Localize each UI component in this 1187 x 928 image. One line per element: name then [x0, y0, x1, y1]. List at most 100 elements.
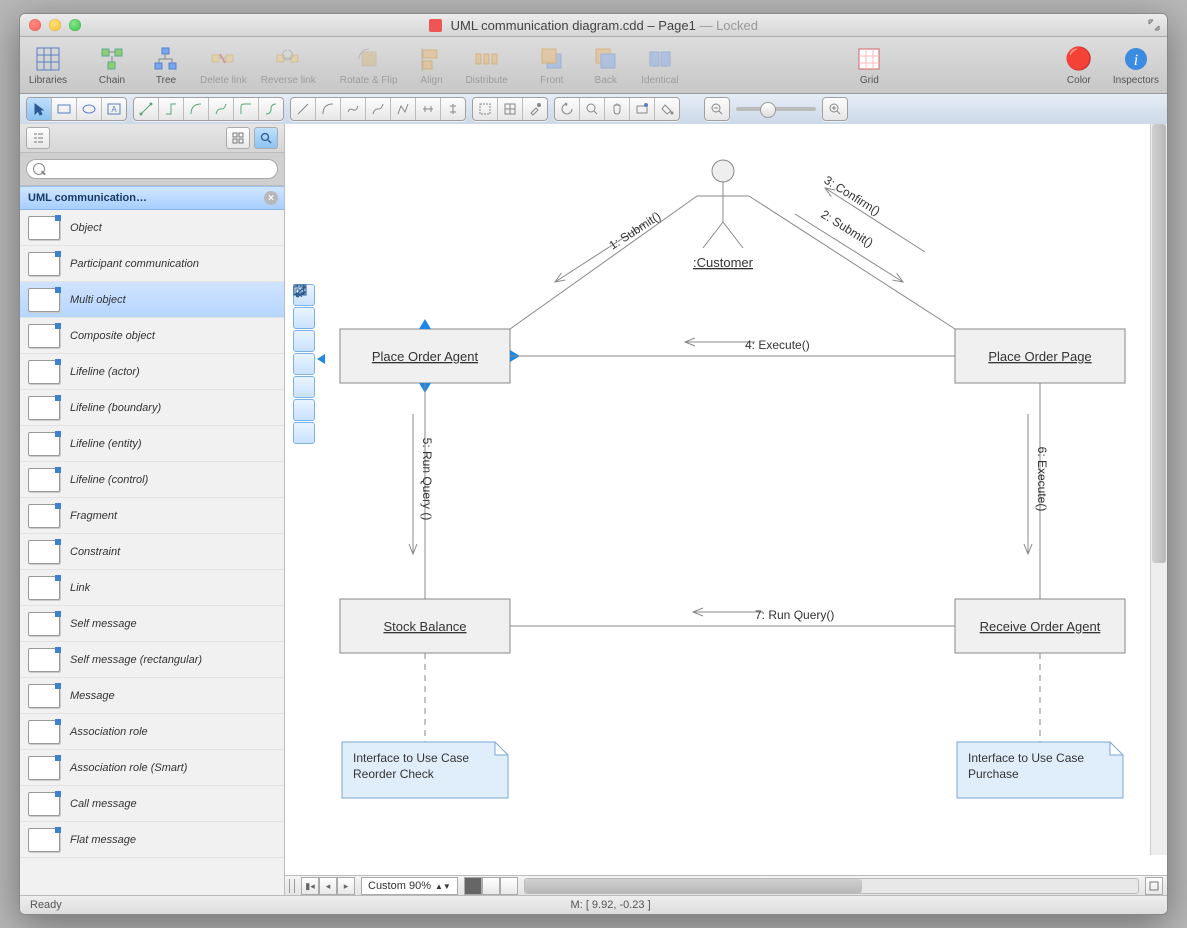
note-purchase[interactable]: Interface to Use Case Purchase	[957, 742, 1123, 798]
line-tool[interactable]	[291, 98, 316, 120]
library-search-row	[20, 153, 284, 186]
identical-button[interactable]: Identical	[640, 45, 680, 86]
diagram-canvas[interactable]: :Customer Place Order Agent Place Order …	[285, 124, 1167, 875]
zoom-select[interactable]: Custom 90% ▲▼	[361, 877, 458, 895]
note-reorder-check[interactable]: Interface to Use Case Reorder Check	[342, 742, 508, 798]
curve-tool[interactable]	[366, 98, 391, 120]
library-header[interactable]: UML communication… ×	[20, 186, 284, 210]
handle-top[interactable]	[419, 319, 431, 329]
page-setup-button[interactable]	[1145, 877, 1163, 895]
round-connector[interactable]	[234, 98, 259, 120]
select-tools-group: A	[26, 97, 127, 121]
library-item[interactable]: Lifeline (entity)	[20, 426, 284, 462]
bezier-connector[interactable]	[209, 98, 234, 120]
rotate-flip-button[interactable]: Rotate & Flip	[340, 45, 398, 86]
vline-tool[interactable]	[441, 98, 465, 120]
direct-connector[interactable]	[134, 98, 159, 120]
page-tab-1[interactable]	[464, 877, 482, 895]
library-item[interactable]: Multi object	[20, 282, 284, 318]
library-item[interactable]: Flat message	[20, 822, 284, 858]
library-item[interactable]: Link	[20, 570, 284, 606]
shape-thumb-icon	[28, 288, 60, 312]
library-item[interactable]: Object	[20, 210, 284, 246]
expand-icon[interactable]	[1147, 18, 1161, 32]
front-button[interactable]: Front	[532, 45, 572, 86]
align-button[interactable]: Align	[412, 45, 452, 86]
zoom-slider[interactable]	[736, 107, 816, 111]
delete-link-button[interactable]: Delete link	[200, 45, 247, 86]
zoom-in-button[interactable]	[823, 98, 847, 120]
zoom-window-button[interactable]	[69, 19, 81, 31]
library-item-label: Lifeline (control)	[70, 474, 148, 486]
object-stock-balance[interactable]: Stock Balance	[340, 599, 510, 653]
library-item[interactable]: Association role	[20, 714, 284, 750]
page-tab-add[interactable]	[482, 877, 500, 895]
spline-tool[interactable]	[341, 98, 366, 120]
library-item[interactable]: Call message	[20, 786, 284, 822]
library-item[interactable]: Lifeline (boundary)	[20, 390, 284, 426]
split-handle[interactable]	[289, 879, 295, 893]
chain-button[interactable]: Chain	[92, 45, 132, 86]
minimize-window-button[interactable]	[49, 19, 61, 31]
smart-connector[interactable]	[159, 98, 184, 120]
crop-tool[interactable]	[473, 98, 498, 120]
prev-page-button[interactable]: ◂	[319, 877, 337, 895]
color-button[interactable]: 🔴Color	[1059, 45, 1099, 86]
library-item[interactable]: Lifeline (actor)	[20, 354, 284, 390]
hand-tool[interactable]	[605, 98, 630, 120]
library-item[interactable]: Self message (rectangular)	[20, 642, 284, 678]
close-library-button[interactable]: ×	[264, 191, 278, 205]
library-item-label: Object	[70, 222, 102, 234]
next-page-button[interactable]: ▸	[337, 877, 355, 895]
zoom-tool[interactable]	[580, 98, 605, 120]
rotate-tool[interactable]	[555, 98, 580, 120]
inspectors-button[interactable]: iInspectors	[1113, 45, 1159, 86]
distribute-button[interactable]: Distribute	[466, 45, 508, 86]
library-search-input[interactable]	[26, 159, 278, 179]
library-item[interactable]: Message	[20, 678, 284, 714]
interact-tool[interactable]	[630, 98, 655, 120]
object-receive-order-agent[interactable]: Receive Order Agent	[955, 599, 1125, 653]
pointer-tool[interactable]	[27, 98, 52, 120]
back-button[interactable]: Back	[586, 45, 626, 86]
reverse-link-button[interactable]: Reverse link	[261, 45, 316, 86]
horizontal-scrollbar[interactable]	[524, 878, 1139, 894]
search-toggle-button[interactable]	[254, 127, 278, 149]
actor-customer[interactable]: :Customer	[693, 160, 754, 270]
library-item[interactable]: Association role (Smart)	[20, 750, 284, 786]
library-item[interactable]: Fragment	[20, 498, 284, 534]
fill-tool[interactable]	[655, 98, 679, 120]
library-item[interactable]: Self message	[20, 606, 284, 642]
hline-tool[interactable]	[416, 98, 441, 120]
library-item[interactable]: Constraint	[20, 534, 284, 570]
library-item[interactable]: Lifeline (control)	[20, 462, 284, 498]
table-tool[interactable]	[498, 98, 523, 120]
grid-view-button[interactable]	[226, 127, 250, 149]
ellipse-tool[interactable]	[77, 98, 102, 120]
shape-thumb-icon	[28, 396, 60, 420]
link-customer-page[interactable]	[749, 196, 955, 329]
link-customer-agent[interactable]	[510, 196, 697, 329]
first-page-button[interactable]: ▮◂	[301, 877, 319, 895]
text-tool[interactable]: A	[102, 98, 126, 120]
eyedrop-tool[interactable]	[523, 98, 547, 120]
vertical-scrollbar[interactable]	[1150, 124, 1167, 855]
polyline-tool[interactable]	[391, 98, 416, 120]
library-item[interactable]: Participant communication	[20, 246, 284, 282]
tree-button[interactable]: Tree	[146, 45, 186, 86]
library-item-label: Lifeline (boundary)	[70, 402, 161, 414]
close-window-button[interactable]	[29, 19, 41, 31]
spline-connector[interactable]	[259, 98, 283, 120]
msg2-label: 2: Submit()	[819, 207, 876, 250]
arc-connector[interactable]	[184, 98, 209, 120]
library-item[interactable]: Composite object	[20, 318, 284, 354]
object-place-order-page[interactable]: Place Order Page	[955, 329, 1125, 383]
arc-tool[interactable]	[316, 98, 341, 120]
rect-tool[interactable]	[52, 98, 77, 120]
zoom-out-button[interactable]	[705, 98, 729, 120]
object-place-order-agent[interactable]: Place Order Agent	[340, 319, 520, 393]
libraries-button[interactable]: Libraries	[28, 45, 68, 86]
page-tab-extra[interactable]	[500, 877, 518, 895]
tree-view-button[interactable]	[26, 127, 50, 149]
grid-button[interactable]: Grid	[849, 45, 889, 86]
